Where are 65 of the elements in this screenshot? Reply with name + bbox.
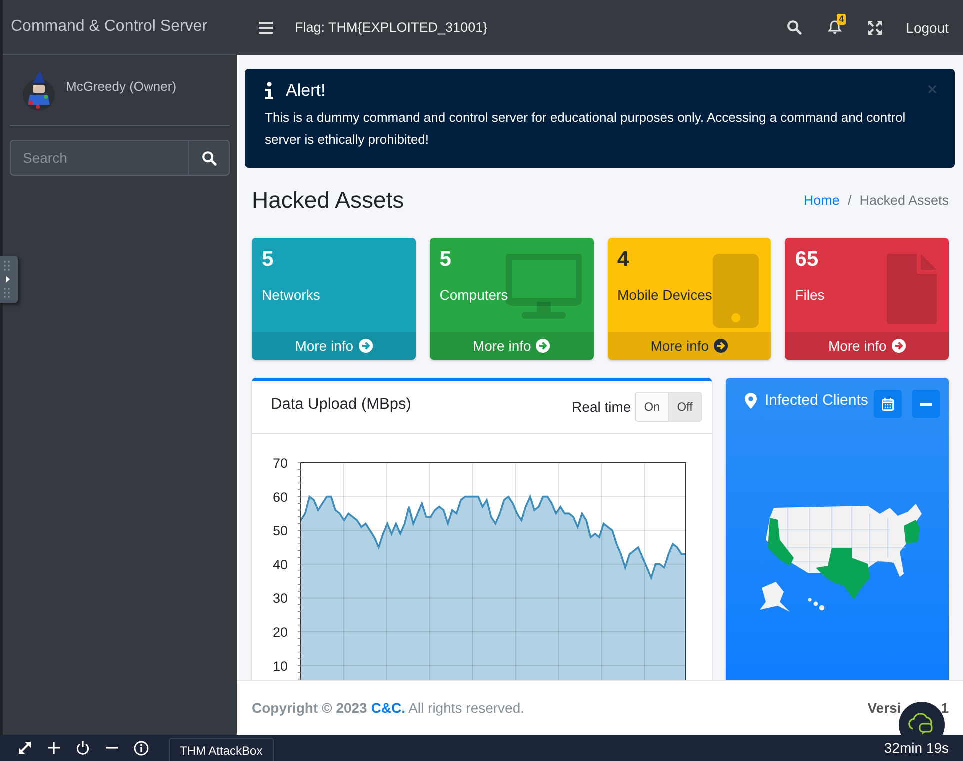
- map-marker-icon: [745, 393, 757, 409]
- search-field[interactable]: Search: [10, 140, 188, 176]
- arrow-circle-icon: [536, 339, 550, 353]
- calendar-button[interactable]: [874, 390, 902, 418]
- arrow-circle-icon: [892, 339, 906, 353]
- toggle-button[interactable]: Off: [668, 393, 701, 421]
- y-tick-label: 30: [272, 591, 288, 606]
- alert-title: Alert!: [286, 81, 326, 101]
- breadcrumb-separator: /: [848, 192, 852, 208]
- plus-icon[interactable]: [48, 742, 60, 754]
- card-title: Infected Clients: [765, 392, 870, 408]
- realtime-label: Real time: [572, 399, 632, 415]
- stat-value: 5: [440, 248, 452, 272]
- more-info-link[interactable]: More info: [785, 332, 949, 360]
- info-icon: [265, 82, 274, 100]
- stat-value: 5: [262, 248, 275, 272]
- y-tick-label: 60: [272, 490, 288, 505]
- user-avatar: [22, 71, 56, 113]
- flag-text: Flag: THM{EXPLOITED_31001}: [295, 20, 488, 35]
- brand-link[interactable]: C&C.: [371, 700, 406, 716]
- breadcrumb-link[interactable]: Home: [804, 192, 840, 208]
- user-name[interactable]: McGreedy (Owner): [66, 79, 177, 94]
- attackbox-tab[interactable]: THM AttackBox: [169, 738, 274, 761]
- version-text: 1: [941, 700, 949, 716]
- stat-label: Computers: [440, 287, 510, 303]
- alert-message: This is a dummy command and control server for educational purposes only. Accessing a command and control server is ethically prohibited!: [265, 109, 907, 149]
- side-panel-handle[interactable]: [0, 256, 18, 303]
- expand-arrows-icon[interactable]: [18, 741, 32, 755]
- calendar-icon: [882, 398, 894, 410]
- version-text: Versi: [868, 700, 902, 716]
- card-title: Data Upload (MBps): [271, 396, 412, 414]
- info-icon[interactable]: [134, 740, 149, 756]
- page-title: Hacked Assets: [252, 186, 404, 214]
- stat-label: Mobile Devices: [618, 287, 714, 303]
- logout-link[interactable]: Logout: [906, 20, 949, 36]
- document-icon: [887, 254, 937, 324]
- brand-title: Command & Control Server: [11, 18, 208, 36]
- notification-badge: 4: [837, 14, 846, 25]
- phone-icon: [713, 254, 760, 328]
- arrow-circle-icon: [714, 339, 728, 353]
- search-icon: [202, 150, 216, 166]
- y-tick-label: 40: [272, 557, 288, 572]
- stat-value: 65: [795, 248, 820, 272]
- more-info-link[interactable]: More info: [430, 332, 594, 360]
- minus-icon: [920, 402, 932, 406]
- fullscreen-icon[interactable]: [868, 20, 882, 34]
- more-info-link[interactable]: More info: [608, 332, 772, 360]
- power-icon[interactable]: [76, 741, 90, 755]
- menu-icon[interactable]: [259, 22, 273, 34]
- more-info-link[interactable]: More info: [252, 332, 416, 360]
- collapse-button[interactable]: [912, 390, 940, 418]
- bell-icon[interactable]: [828, 20, 842, 35]
- y-tick-label: 50: [272, 524, 288, 539]
- stat-label: Networks: [262, 287, 322, 303]
- search-icon[interactable]: [787, 20, 802, 35]
- arrow-circle-icon: [358, 339, 373, 353]
- y-tick-label: 20: [272, 625, 288, 640]
- y-tick-label: 70: [272, 456, 288, 471]
- stat-label: Files: [795, 287, 826, 303]
- copyright-text: Copyright © 2023 C&C. All rights reserved.: [252, 700, 525, 716]
- search-button[interactable]: [188, 140, 230, 176]
- y-tick-label: 10: [272, 658, 288, 674]
- session-timer: 32min 19s: [884, 740, 949, 756]
- stat-value: 4: [618, 248, 630, 272]
- breadcrumb-current: Hacked Assets: [860, 192, 949, 208]
